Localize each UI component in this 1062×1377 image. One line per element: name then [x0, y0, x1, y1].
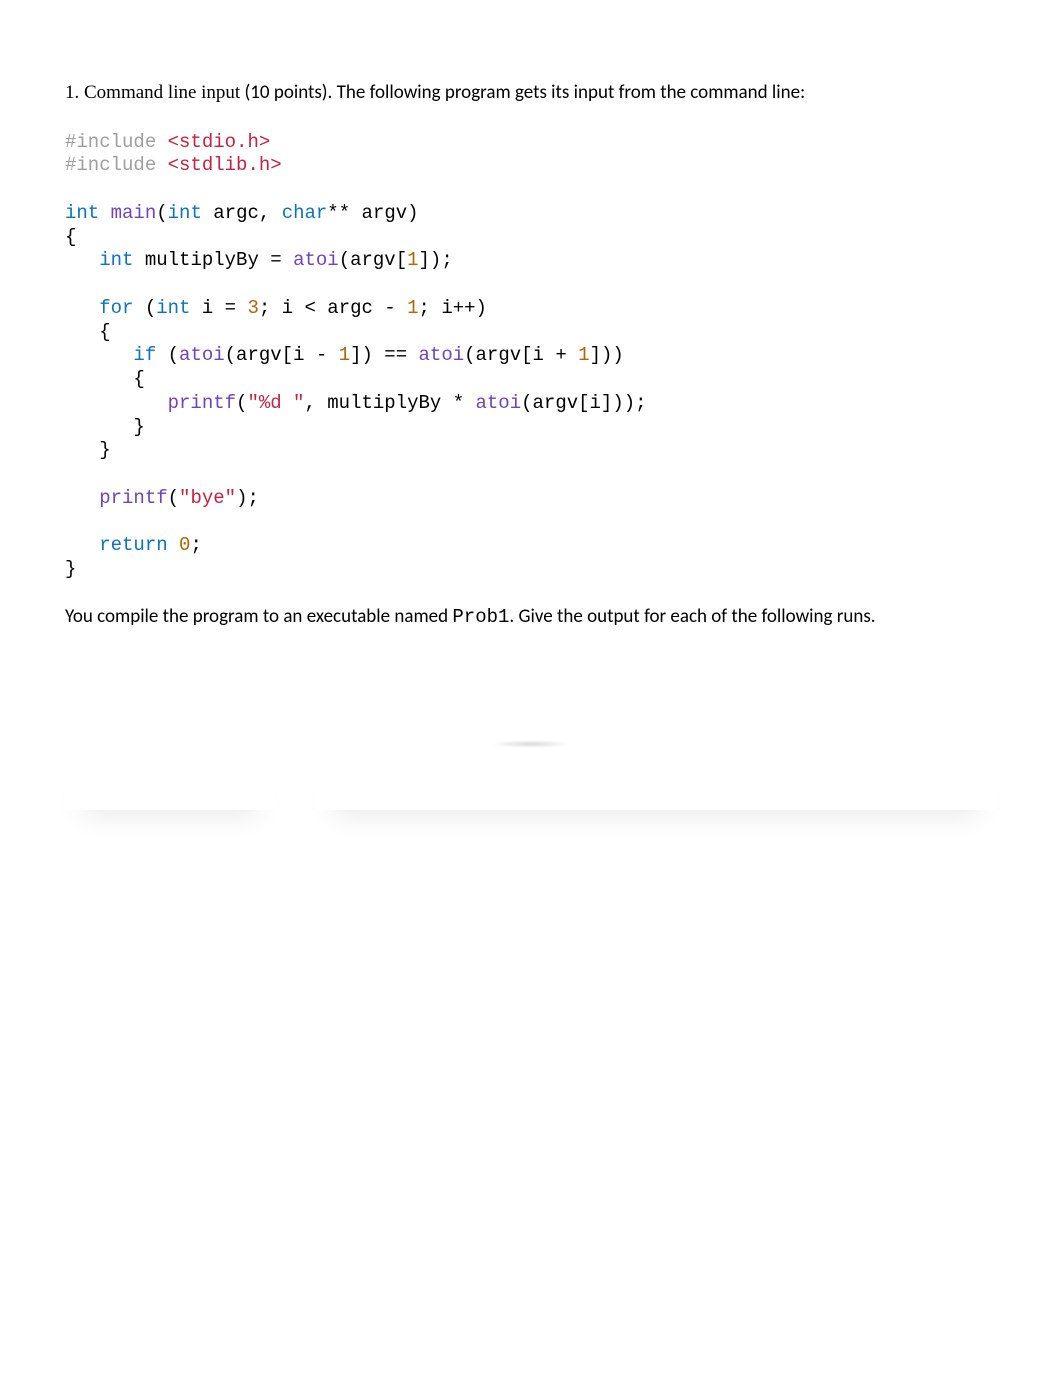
code-token: ) — [407, 202, 418, 224]
code-token — [65, 392, 168, 414]
code-token: ( — [133, 297, 156, 319]
code-token: { — [65, 368, 145, 390]
code-token: "%d " — [247, 392, 304, 414]
code-token — [168, 534, 179, 556]
code-token: ( — [156, 344, 179, 366]
code-token: return — [99, 534, 167, 556]
code-token: ); — [236, 487, 259, 509]
code-token: ( — [168, 487, 179, 509]
code-token: 3 — [247, 297, 258, 319]
question-number: 1. — [65, 82, 79, 103]
executable-name: Prob1 — [452, 606, 509, 628]
code-token: 0 — [179, 534, 190, 556]
code-block: #include <stdio.h> #include <stdlib.h> i… — [65, 131, 997, 582]
code-token: #include — [65, 131, 156, 153]
code-token: , multiplyBy * — [304, 392, 475, 414]
question-header: 1. Command line input (10 points). The f… — [65, 80, 997, 107]
code-token: 1 — [578, 344, 589, 366]
code-token: ** — [327, 202, 361, 224]
code-token: ; i < argc - — [259, 297, 407, 319]
code-token: 1 — [407, 297, 418, 319]
code-token: ]) == — [350, 344, 418, 366]
code-token: { — [65, 321, 111, 343]
code-token: multiplyBy = — [145, 249, 293, 271]
code-token — [65, 534, 99, 556]
code-token: 1 — [339, 344, 350, 366]
code-token — [156, 154, 167, 176]
code-token: atoi — [476, 392, 522, 414]
code-token: (argv[i])); — [521, 392, 646, 414]
code-token — [65, 249, 99, 271]
code-token: ])) — [590, 344, 624, 366]
code-token: ( — [156, 202, 167, 224]
code-token: ; — [190, 534, 201, 556]
code-token: i = — [190, 297, 247, 319]
code-token — [133, 249, 144, 271]
code-token: printf — [99, 487, 167, 509]
after-part1: You compile the program to an executable… — [65, 605, 452, 628]
code-token: } — [65, 558, 76, 580]
code-token: ; i++) — [419, 297, 487, 319]
code-token: (argv[i + — [464, 344, 578, 366]
code-token: int — [168, 202, 202, 224]
code-token: atoi — [179, 344, 225, 366]
hidden-cell-right — [315, 750, 997, 810]
code-token: main — [111, 202, 157, 224]
page-handle-icon — [491, 740, 571, 748]
after-code-text: You compile the program to an executable… — [65, 604, 997, 631]
question-title: Command line input — [84, 82, 240, 103]
code-token — [99, 202, 110, 224]
code-token: argv — [362, 202, 408, 224]
code-token — [65, 297, 99, 319]
code-token: atoi — [293, 249, 339, 271]
code-token — [156, 131, 167, 153]
hidden-answer-area — [65, 750, 997, 825]
code-token: if — [133, 344, 156, 366]
code-token: <stdlib.h> — [168, 154, 282, 176]
code-token: { — [65, 226, 76, 248]
hidden-cell-left — [65, 750, 275, 810]
code-token: (argv[i - — [225, 344, 339, 366]
code-token: for — [99, 297, 133, 319]
code-token: 1 — [407, 249, 418, 271]
question-tail: (10 points). The following program gets … — [240, 81, 805, 104]
code-token: int — [156, 297, 190, 319]
code-token: #include — [65, 154, 156, 176]
code-token: int — [65, 202, 99, 224]
code-token — [65, 344, 133, 366]
code-token: , — [259, 202, 282, 224]
code-token: } — [65, 439, 111, 461]
code-token: printf — [168, 392, 236, 414]
code-token: (argv[ — [339, 249, 407, 271]
code-token: int — [99, 249, 133, 271]
code-token — [65, 487, 99, 509]
code-token: "bye" — [179, 487, 236, 509]
code-token — [202, 202, 213, 224]
code-token: atoi — [419, 344, 465, 366]
after-part2: . Give the output for each of the follow… — [509, 605, 875, 628]
code-token: } — [65, 416, 145, 438]
code-token: argc — [213, 202, 259, 224]
code-token: ]); — [419, 249, 453, 271]
code-token: char — [282, 202, 328, 224]
code-token: <stdio.h> — [168, 131, 271, 153]
code-token: ( — [236, 392, 247, 414]
